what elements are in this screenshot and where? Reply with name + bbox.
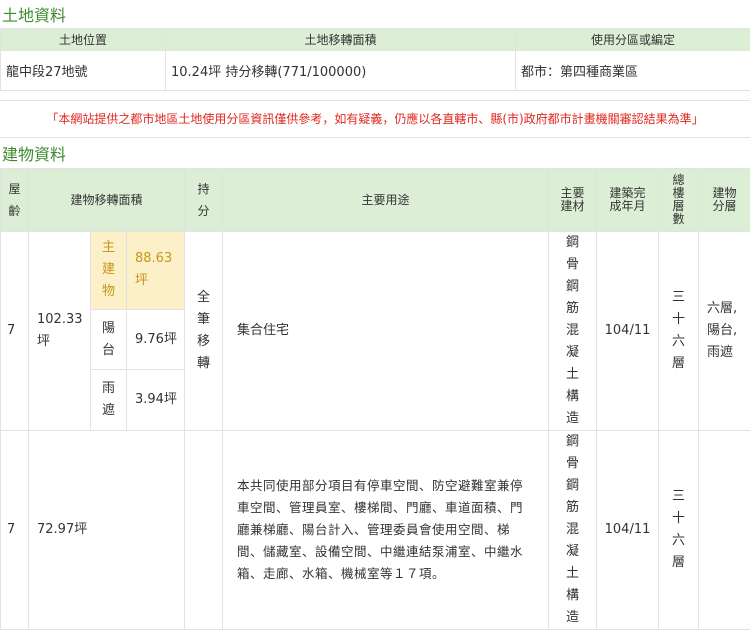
area-total: 102.33坪 [29,232,91,431]
completion-date: 104/11 [597,431,659,630]
header-age: 屋齡 [1,169,29,232]
building-floors: 六層,陽台,雨遮 [699,232,750,431]
table-row: 7 72.97坪 本共同使用部分項目有停車空間、防空避難室兼停車空間、管理員室、… [1,431,750,630]
area-total: 72.97坪 [29,431,185,630]
share-status [185,431,223,630]
building-floors [699,431,750,630]
total-floors: 三十六層 [659,431,699,630]
header-land-location: 土地位置 [1,29,166,51]
header-building-floors: 建物分層 [699,169,750,232]
sub-area-label: 雨遮 [91,370,127,431]
sub-area-value: 3.94坪 [127,370,185,431]
material: 鋼骨鋼筋混凝土構造 [549,232,597,431]
land-zoning: 都市：第四種商業區 [516,51,750,91]
sub-area-value: 9.76坪 [127,309,185,370]
header-transfer-area: 建物移轉面積 [29,169,185,232]
header-share: 持分 [185,169,223,232]
purpose: 集合住宅 [223,232,549,431]
share-status: 全筆移轉 [185,232,223,431]
sub-area-value: 88.63坪 [127,232,185,310]
sub-area-label: 陽台 [91,309,127,370]
completion-date: 104/11 [597,232,659,431]
land-section-title: 土地資料 [2,6,66,26]
material: 鋼骨鋼筋混凝土構造 [549,431,597,630]
land-location: 龍中段27地號 [1,51,166,91]
table-row: 龍中段27地號 10.24坪 持分移轉(771/100000) 都市：第四種商業… [1,51,750,91]
building-age: 7 [1,431,29,630]
header-total-floors: 總樓層數 [659,169,699,232]
zoning-notice: 「本網站提供之都市地區土地使用分區資訊僅供參考，如有疑義，仍應以各直轄市、縣(市… [0,100,750,138]
land-area: 10.24坪 持分移轉(771/100000) [166,51,516,91]
building-age: 7 [1,232,29,431]
land-table: 土地位置 土地移轉面積 使用分區或編定 龍中段27地號 10.24坪 持分移轉(… [0,28,750,91]
total-floors: 三十六層 [659,232,699,431]
header-zoning: 使用分區或編定 [516,29,750,51]
header-completion: 建築完成年月 [597,169,659,232]
header-purpose: 主要用途 [223,169,549,232]
building-section-title: 建物資料 [2,145,66,165]
header-land-area: 土地移轉面積 [166,29,516,51]
building-table: 屋齡 建物移轉面積 持分 主要用途 主要建材 建築完成年月 總樓層數 建物分層 … [0,168,750,630]
header-material: 主要建材 [549,169,597,232]
purpose: 本共同使用部分項目有停車空間、防空避難室兼停車空間、管理員室、樓梯間、門廳、車道… [223,431,549,630]
sub-area-label: 主建物 [91,232,127,310]
table-row: 7 102.33坪 主建物 88.63坪 全筆移轉 集合住宅 鋼骨鋼筋混凝土構造… [1,232,750,310]
